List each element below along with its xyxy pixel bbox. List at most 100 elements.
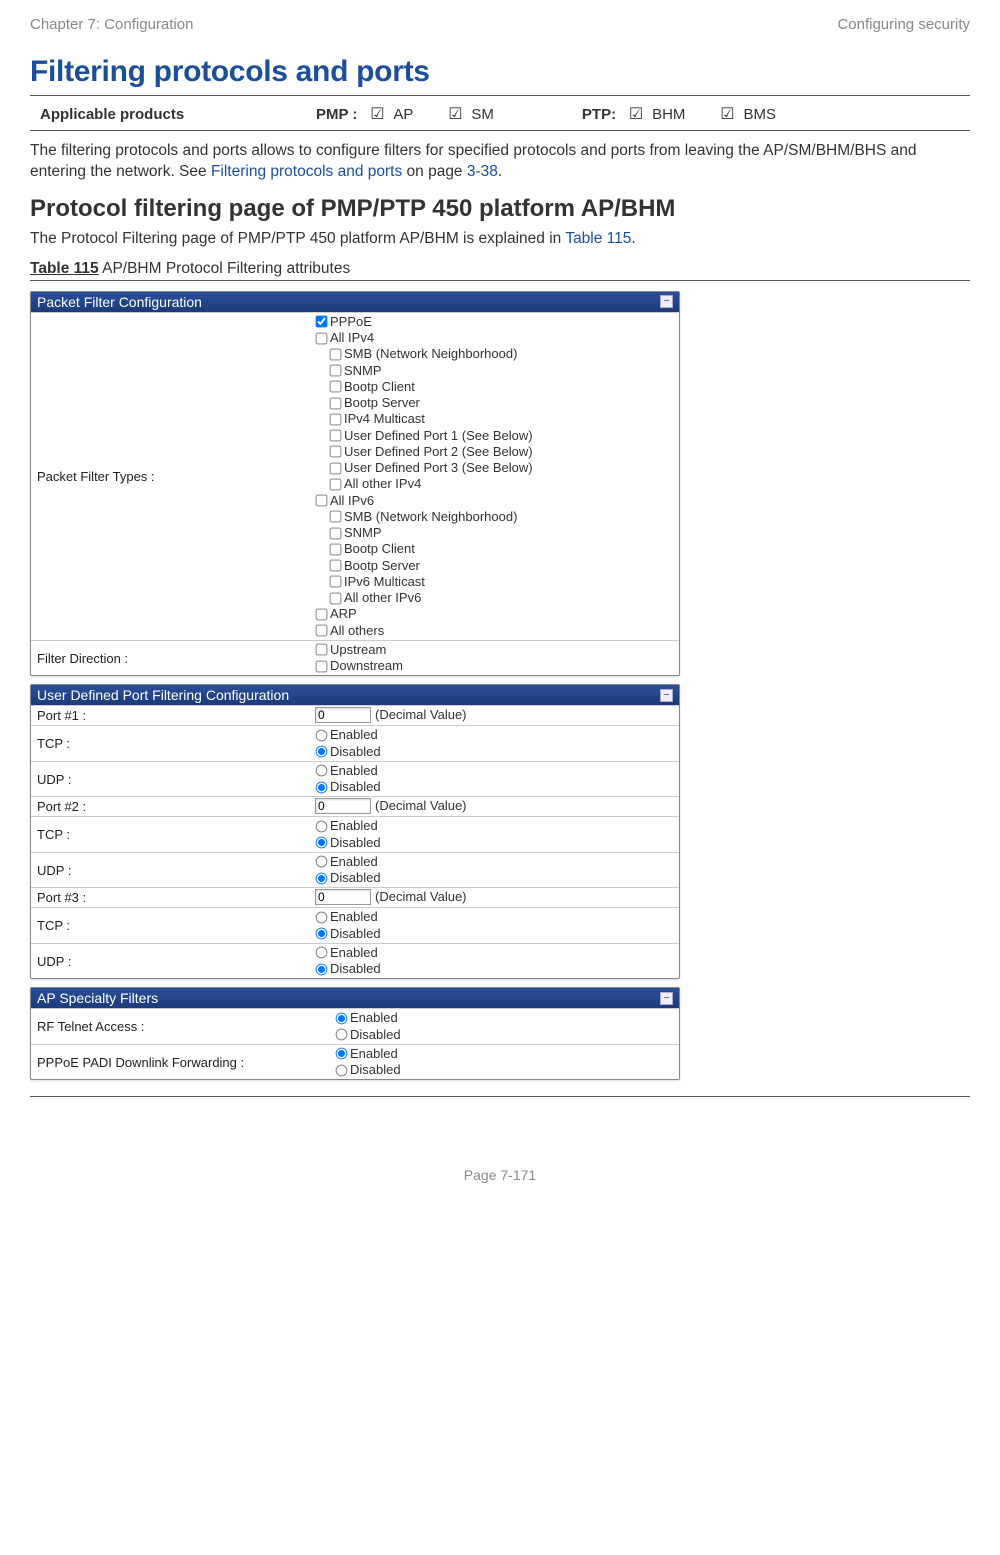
- row-label: UDP :: [31, 762, 311, 797]
- checkbox-ipv6multicast[interactable]: [330, 576, 342, 588]
- checkbox-smb-v4[interactable]: [330, 349, 342, 361]
- page-header: Chapter 7: Configuration Configuring sec…: [30, 16, 970, 33]
- radio-port3-tcp-enabled[interactable]: [316, 912, 328, 924]
- opt-label: Bootp Client: [344, 541, 415, 557]
- intro-text-3: .: [498, 163, 502, 180]
- checkbox-allipv4[interactable]: [316, 332, 328, 344]
- opt-label: All IPv4: [330, 330, 374, 346]
- page-title: Filtering protocols and ports: [30, 55, 970, 89]
- checkbox-bootpserver-v4[interactable]: [330, 397, 342, 409]
- radio-port2-tcp-enabled[interactable]: [316, 821, 328, 833]
- opt-label: All other IPv4: [344, 476, 421, 492]
- user-defined-port-panel: User Defined Port Filtering Configuratio…: [30, 684, 680, 979]
- opt-label: User Defined Port 1 (See Below): [344, 428, 533, 444]
- row-label: RF Telnet Access :: [31, 1009, 331, 1044]
- decimal-note: (Decimal Value): [375, 707, 467, 722]
- checkbox-bootpclient-v4[interactable]: [330, 381, 342, 393]
- row-value: Enabled Disabled: [311, 762, 679, 797]
- row-value: Enabled Disabled: [311, 726, 679, 761]
- checkbox-arp[interactable]: [316, 609, 328, 621]
- radio-port1-tcp-enabled[interactable]: [316, 730, 328, 742]
- row-value: PPPoE All IPv4 SMB (Network Neighborhood…: [311, 313, 679, 640]
- divider: [30, 130, 970, 131]
- opt-label: Enabled: [330, 763, 378, 779]
- checkbox-smb-v6[interactable]: [330, 511, 342, 523]
- subpara-a: The Protocol Filtering page of PMP/PTP 4…: [30, 230, 565, 247]
- collapse-icon[interactable]: −: [660, 295, 673, 308]
- opt-label: User Defined Port 3 (See Below): [344, 460, 533, 476]
- opt-label: IPv4 Multicast: [344, 411, 425, 427]
- port1-input[interactable]: [315, 707, 371, 723]
- opt-label: SMB (Network Neighborhood): [344, 509, 517, 525]
- opt-label: Disabled: [350, 1027, 401, 1043]
- radio-port1-tcp-disabled[interactable]: [316, 746, 328, 758]
- applicable-products-row: Applicable products PMP : ☑ AP ☑ SM PTP:…: [30, 100, 970, 130]
- opt-label: All IPv6: [330, 493, 374, 509]
- row-value: (Decimal Value): [311, 797, 679, 816]
- panel-header: User Defined Port Filtering Configuratio…: [31, 685, 679, 705]
- port2-input[interactable]: [315, 798, 371, 814]
- ptp-label: PTP:: [582, 106, 616, 123]
- checkbox-ipv4multicast[interactable]: [330, 414, 342, 426]
- row-value: Upstream Downstream: [311, 641, 679, 676]
- row-value: Enabled Disabled: [311, 853, 679, 888]
- row-label: TCP :: [31, 817, 311, 852]
- checkbox-allotheripv6[interactable]: [330, 592, 342, 604]
- radio-rf-enabled[interactable]: [336, 1013, 348, 1025]
- radio-padi-enabled[interactable]: [336, 1048, 348, 1060]
- radio-port3-udp-enabled[interactable]: [316, 947, 328, 959]
- opt-label: Disabled: [330, 870, 381, 886]
- intro-pageref[interactable]: 3-38: [467, 163, 498, 180]
- product-ap: AP: [393, 106, 413, 123]
- checkbox-allipv6[interactable]: [316, 495, 328, 507]
- subpara-b: .: [631, 230, 635, 247]
- checkbox-bootpserver-v6[interactable]: [330, 560, 342, 572]
- radio-padi-disabled[interactable]: [336, 1064, 348, 1076]
- opt-label: SNMP: [344, 525, 382, 541]
- checkbox-allothers[interactable]: [316, 625, 328, 637]
- intro-text-2: on page: [402, 163, 467, 180]
- opt-label: Disabled: [330, 961, 381, 977]
- checkbox-snmp-v4[interactable]: [330, 365, 342, 377]
- ap-specialty-filters-panel: AP Specialty Filters − RF Telnet Access …: [30, 987, 680, 1080]
- table-link[interactable]: Table 115: [565, 230, 631, 247]
- check-icon: ☑: [445, 104, 465, 124]
- row-value: Enabled Disabled: [331, 1045, 679, 1080]
- checkbox-pppoe[interactable]: [316, 316, 328, 328]
- packet-filter-config-panel: Packet Filter Configuration − Packet Fil…: [30, 291, 680, 677]
- radio-port1-udp-enabled[interactable]: [316, 765, 328, 777]
- checkbox-udp1[interactable]: [330, 430, 342, 442]
- radio-port2-tcp-disabled[interactable]: [316, 837, 328, 849]
- row-label: PPPoE PADI Downlink Forwarding :: [31, 1045, 331, 1080]
- row-label: UDP :: [31, 944, 311, 979]
- packet-filter-types-row: Packet Filter Types : PPPoE All IPv4 SMB…: [31, 312, 679, 640]
- checkbox-udp2[interactable]: [330, 446, 342, 458]
- radio-port2-udp-enabled[interactable]: [316, 856, 328, 868]
- checkbox-downstream[interactable]: [316, 660, 328, 672]
- decimal-note: (Decimal Value): [375, 889, 467, 904]
- checkbox-udp3[interactable]: [330, 462, 342, 474]
- radio-port3-tcp-disabled[interactable]: [316, 928, 328, 940]
- checkbox-snmp-v6[interactable]: [330, 527, 342, 539]
- opt-label: User Defined Port 2 (See Below): [344, 444, 533, 460]
- opt-label: IPv6 Multicast: [344, 574, 425, 590]
- intro-link[interactable]: Filtering protocols and ports: [211, 163, 402, 180]
- opt-label: Enabled: [330, 818, 378, 834]
- table-number: Table 115: [30, 260, 99, 277]
- port3-input[interactable]: [315, 889, 371, 905]
- checkbox-bootpclient-v6[interactable]: [330, 544, 342, 556]
- pmp-label: PMP :: [316, 106, 357, 123]
- checkbox-upstream[interactable]: [316, 644, 328, 656]
- collapse-icon[interactable]: −: [660, 689, 673, 702]
- opt-label: Downstream: [330, 658, 403, 674]
- filter-direction-row: Filter Direction : Upstream Downstream: [31, 640, 679, 676]
- radio-rf-disabled[interactable]: [336, 1029, 348, 1041]
- checkbox-allotheripv4[interactable]: [330, 479, 342, 491]
- collapse-icon[interactable]: −: [660, 992, 673, 1005]
- table-title: AP/BHM Protocol Filtering attributes: [99, 260, 351, 277]
- radio-port1-udp-disabled[interactable]: [316, 781, 328, 793]
- opt-label: Upstream: [330, 642, 386, 658]
- radio-port2-udp-disabled[interactable]: [316, 872, 328, 884]
- radio-port3-udp-disabled[interactable]: [316, 963, 328, 975]
- row-value: (Decimal Value): [311, 706, 679, 725]
